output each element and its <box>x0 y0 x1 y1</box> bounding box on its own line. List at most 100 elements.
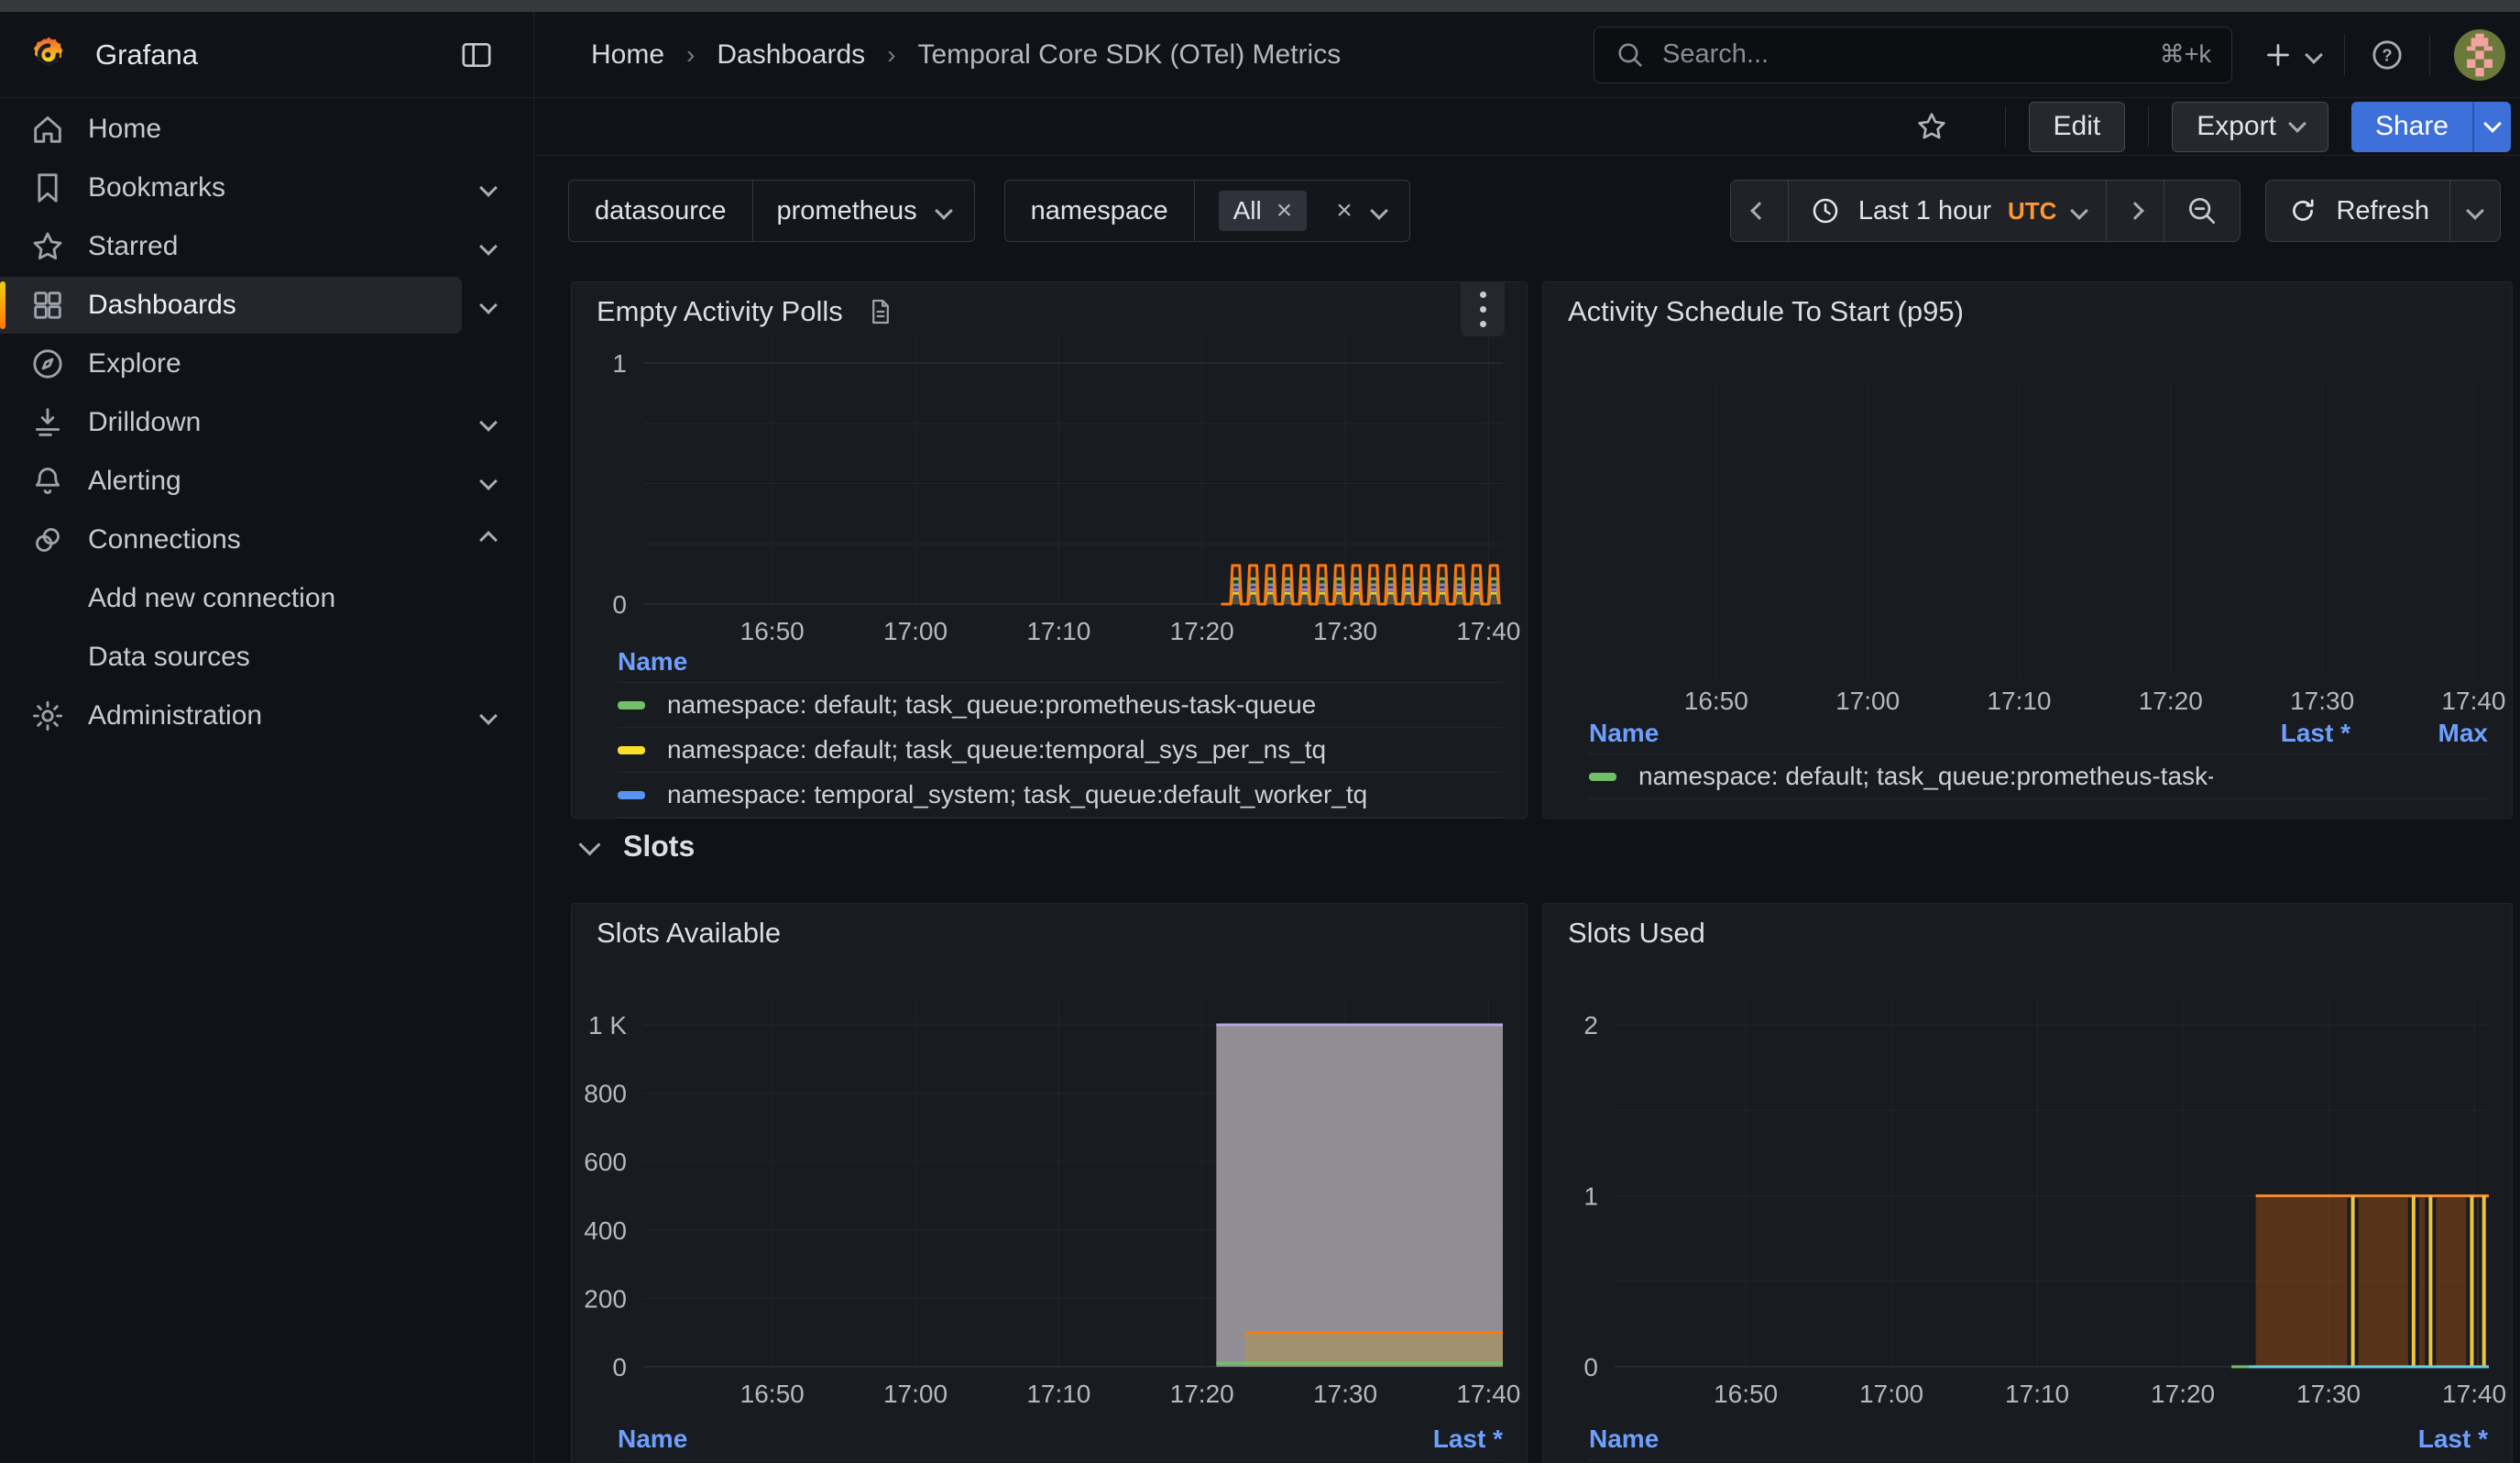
sidebar-item-home[interactable]: Home <box>0 100 533 159</box>
series-name[interactable]: namespace: default; task_queue:prometheu… <box>667 690 1503 720</box>
legend-row[interactable]: namespace: default; task_queue:temporal_… <box>618 728 1503 772</box>
legend-col-name[interactable]: Name <box>618 647 1503 676</box>
edit-button[interactable]: Edit <box>2029 102 2126 152</box>
section-row-slots[interactable]: Slots <box>582 830 695 864</box>
user-menu-button[interactable] <box>2454 29 2505 81</box>
sidebar-item-add-new-connection[interactable]: Add new connection <box>0 569 533 628</box>
sidebar-item-administration[interactable]: Administration <box>0 687 533 745</box>
panel-empty-activity-polls[interactable]: Empty Activity Polls 16:5017:0017:1017:2… <box>571 281 1528 819</box>
x-axis-tick: 17:10 <box>2005 1380 2069 1408</box>
breadcrumb: Home›Dashboards›Temporal Core SDK (OTel)… <box>591 39 1341 71</box>
export-button[interactable]: Export <box>2172 102 2328 152</box>
drilldown-icon <box>29 404 70 441</box>
divider <box>2429 35 2430 75</box>
series-name[interactable]: namespace: temporal_system; task_queue:d… <box>667 780 1503 809</box>
breadcrumb-item[interactable]: Home <box>591 39 664 71</box>
clock-icon <box>1809 194 1842 227</box>
panel-slots-used[interactable]: Slots Used 16:5017:0017:1017:2017:3017:4… <box>1542 903 2513 1463</box>
legend-col[interactable]: Last * <box>1365 1424 1503 1454</box>
legend-col[interactable]: Last * <box>2350 1424 2488 1454</box>
datasource-value[interactable]: prometheus <box>753 181 974 241</box>
dashboard-toolbar: Edit Export Share <box>534 98 2520 156</box>
refresh-button[interactable]: Refresh <box>2266 181 2450 241</box>
series-color-swatch <box>618 746 645 754</box>
chevron-down-icon <box>479 707 498 725</box>
dock-sidebar-button[interactable] <box>458 37 495 73</box>
y-axis-tick: 0 <box>612 1353 627 1381</box>
search-box[interactable]: ⌘+k <box>1594 27 2232 83</box>
namespace-label: namespace <box>1005 181 1195 241</box>
datasource-variable[interactable]: datasource prometheus <box>568 180 975 242</box>
favorite-button[interactable] <box>1914 109 1949 144</box>
timezone-label[interactable]: UTC <box>2008 197 2056 226</box>
breadcrumb-item: Temporal Core SDK (OTel) Metrics <box>917 39 1341 71</box>
y-axis-tick: 600 <box>584 1148 627 1176</box>
sidebar-item-bookmarks[interactable]: Bookmarks <box>0 159 533 217</box>
x-axis-tick: 16:50 <box>1714 1380 1778 1408</box>
sidebar-item-dashboards[interactable]: Dashboards <box>0 276 533 335</box>
search-input[interactable] <box>1660 38 2160 71</box>
time-range-button[interactable]: Last 1 hour UTC <box>1789 181 2108 241</box>
chevron-down-icon <box>2466 202 2484 220</box>
x-axis-tick: 17:20 <box>2151 1380 2215 1408</box>
y-axis-tick: 2 <box>1583 1011 1598 1040</box>
share-button[interactable]: Share <box>2351 102 2472 152</box>
time-forward-button[interactable] <box>2107 181 2164 241</box>
series-name[interactable]: namespace: default; task_queue:temporal_… <box>667 735 1503 764</box>
search-icon <box>1615 39 1646 71</box>
legend: NameLast *namespace: default; task_queue… <box>618 1419 1503 1463</box>
legend-header: NameLast *Max <box>1589 713 2488 754</box>
breadcrumb-separator: › <box>887 40 895 70</box>
breadcrumb-item[interactable]: Dashboards <box>717 39 865 71</box>
description-icon[interactable] <box>865 296 896 327</box>
bookmark-icon <box>29 170 70 206</box>
remove-value-icon[interactable]: × <box>1276 197 1293 225</box>
panel-title: Slots Available <box>597 917 781 950</box>
x-axis-tick: 16:50 <box>1684 687 1748 715</box>
sidebar-item-connections[interactable]: Connections <box>0 511 533 569</box>
x-axis-tick: 17:10 <box>1987 687 2051 715</box>
new-menu-button[interactable] <box>2262 38 2320 72</box>
legend-col-name[interactable]: Name <box>1589 719 2213 748</box>
time-series-chart[interactable]: 16:5017:0017:1017:2017:3017:400200400600… <box>572 904 1528 1417</box>
namespace-value[interactable]: All × × <box>1195 181 1409 241</box>
sidebar-item-starred[interactable]: Starred <box>0 217 533 276</box>
y-axis-tick: 1 <box>1583 1182 1598 1211</box>
sidebar-item-drilldown[interactable]: Drilldown <box>0 393 533 452</box>
y-axis-tick: 1 <box>612 349 627 378</box>
series-name[interactable]: namespace: default; task_queue:prometheu… <box>1638 762 2213 791</box>
legend-col-name[interactable]: Name <box>1589 1424 2350 1454</box>
panel-menu-button[interactable] <box>1461 281 1505 336</box>
sidebar-item-label: Administration <box>88 700 262 732</box>
sidebar-item-explore[interactable]: Explore <box>0 335 533 393</box>
help-button[interactable]: ? <box>2369 37 2405 73</box>
legend-col[interactable]: Last * <box>2213 719 2350 748</box>
legend-col-name[interactable]: Name <box>618 1424 1365 1454</box>
namespace-variable[interactable]: namespace All × × <box>1004 180 1410 242</box>
panel-title: Empty Activity Polls <box>597 295 843 328</box>
refresh-interval-button[interactable] <box>2450 181 2500 241</box>
share-menu-button[interactable] <box>2472 102 2511 152</box>
refresh-icon <box>2286 194 2319 227</box>
legend-header: Name <box>618 642 1503 682</box>
namespace-chip[interactable]: All × <box>1219 191 1308 231</box>
time-back-button[interactable] <box>1731 181 1789 241</box>
legend-row[interactable]: namespace: default; task_queue:prometheu… <box>1589 754 2488 798</box>
sidebar-item-label: Bookmarks <box>88 172 225 204</box>
clear-all-icon[interactable]: × <box>1336 197 1353 225</box>
sidebar-item-data-sources[interactable]: Data sources <box>0 628 533 687</box>
sidebar-item-label: Alerting <box>88 466 181 497</box>
legend-col[interactable]: Max <box>2350 719 2488 748</box>
sidebar-item-alerting[interactable]: Alerting <box>0 452 533 511</box>
star-icon <box>29 228 70 265</box>
chevron-right-icon <box>2127 202 2145 220</box>
panel-slots-available[interactable]: Slots Available 16:5017:0017:1017:2017:3… <box>571 903 1528 1463</box>
divider <box>1589 798 2488 799</box>
legend-row[interactable]: namespace: default; task_queue:prometheu… <box>618 683 1503 727</box>
panel-activity-schedule-to-start[interactable]: Activity Schedule To Start (p95) 16:5017… <box>1542 281 2513 819</box>
x-axis-tick: 17:40 <box>2442 1380 2506 1408</box>
compass-icon <box>29 346 70 382</box>
time-series-chart[interactable]: 16:5017:0017:1017:2017:3017:40012 <box>1543 904 2513 1417</box>
legend-row[interactable]: namespace: temporal_system; task_queue:d… <box>618 773 1503 817</box>
zoom-out-button[interactable] <box>2164 181 2240 241</box>
